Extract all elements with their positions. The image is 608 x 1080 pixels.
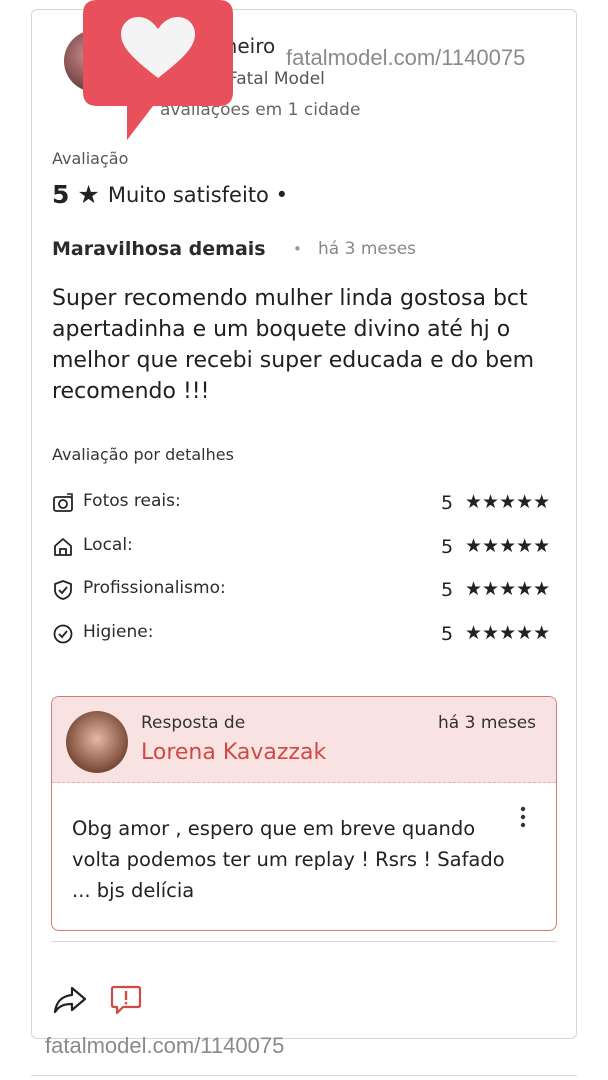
- detail-row-profissionalismo: Profissionalismo: 5 ★★★★★: [52, 578, 558, 604]
- reply-box: Resposta de Lorena Kavazzak há 3 meses O…: [51, 696, 557, 931]
- details-label: Avaliação por detalhes: [52, 445, 234, 464]
- detail-score: 5: [441, 536, 454, 558]
- replier-avatar[interactable]: [66, 711, 128, 773]
- detail-score: 5: [441, 492, 454, 514]
- replier-name[interactable]: Lorena Kavazzak: [141, 740, 326, 765]
- reply-label: Resposta de: [141, 713, 246, 733]
- detail-stars: ★★★★★: [465, 491, 551, 513]
- detail-score: 5: [441, 579, 454, 601]
- report-icon[interactable]: [109, 983, 143, 1017]
- divider: [51, 941, 557, 942]
- rating-summary: 5 ★ Muito satisfeito •: [52, 180, 288, 209]
- review-body: Super recomendo mulher linda gostosa bct…: [52, 286, 535, 404]
- review-time: há 3 meses: [318, 239, 417, 259]
- shield-check-icon: [54, 580, 72, 600]
- rating-label: Avaliação: [52, 149, 129, 168]
- watermark-top: fatalmodel.com/1140075: [286, 45, 526, 70]
- detail-label: Higiene:: [83, 622, 154, 642]
- detail-stars: ★★★★★: [465, 535, 551, 557]
- review-separator: •: [293, 240, 302, 258]
- detail-row-fotos-reais: Fotos reais: 5 ★★★★★: [52, 491, 558, 517]
- detail-label: Local:: [83, 535, 133, 555]
- more-vertical-icon[interactable]: [517, 805, 529, 829]
- detail-label: Fotos reais:: [83, 491, 181, 511]
- detail-score: 5: [441, 623, 454, 645]
- next-card-edge: [31, 1075, 577, 1076]
- reply-time: há 3 meses: [438, 713, 537, 733]
- reply-body: Obg amor , espero que em breve quando vo…: [72, 817, 505, 902]
- check-circle-icon: [53, 624, 73, 644]
- detail-row-higiene: Higiene: 5 ★★★★★: [52, 622, 558, 648]
- detail-label: Profissionalismo:: [83, 578, 226, 598]
- heart-badge-icon: [83, 0, 233, 140]
- detail-stars: ★★★★★: [465, 622, 551, 644]
- rating-score: 5: [52, 180, 70, 209]
- share-icon[interactable]: [52, 985, 88, 1015]
- camera-icon: [53, 493, 73, 512]
- star-icon: ★: [77, 180, 100, 209]
- watermark-bottom: fatalmodel.com/1140075: [45, 1033, 285, 1058]
- home-icon: [54, 538, 72, 556]
- rating-text: Muito satisfeito •: [107, 182, 288, 207]
- detail-row-local: Local: 5 ★★★★★: [52, 535, 558, 561]
- reviewer-subtitle: Fatal Model: [228, 69, 325, 89]
- review-title: Maravilhosa demais: [52, 238, 266, 260]
- detail-stars: ★★★★★: [465, 578, 551, 600]
